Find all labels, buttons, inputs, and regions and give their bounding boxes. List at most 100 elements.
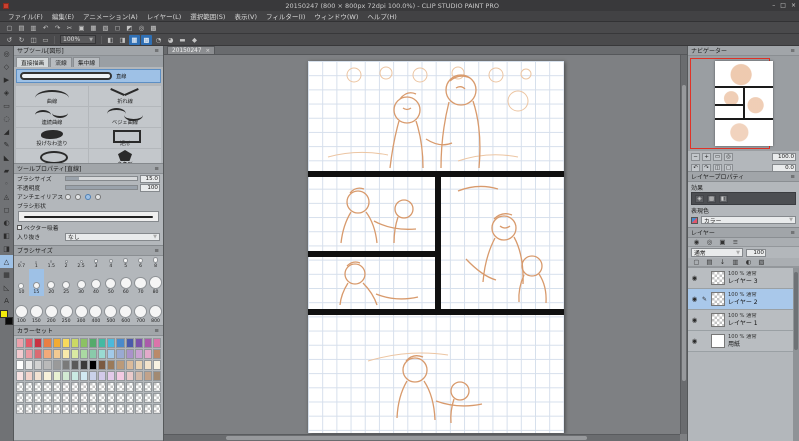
color-swatch[interactable]: [34, 360, 43, 370]
color-swatch[interactable]: [16, 338, 25, 348]
antialias-none-button[interactable]: [65, 193, 71, 200]
color-swatch[interactable]: [43, 338, 52, 348]
fill-tool-icon[interactable]: ◧: [0, 229, 13, 242]
brush-size-cell[interactable]: 25: [59, 269, 74, 296]
color-swatch[interactable]: [43, 360, 52, 370]
snap-ruler-icon[interactable]: ◧: [105, 35, 116, 45]
brush-size-cell[interactable]: 70: [133, 269, 148, 296]
subtool-item[interactable]: 折れ線: [89, 86, 161, 106]
color-swatch[interactable]: [79, 338, 88, 348]
panel-menu-icon[interactable]: ≡: [790, 48, 796, 54]
pencil-tool-icon[interactable]: ◣: [0, 151, 13, 164]
brush-size-cell[interactable]: 1: [29, 256, 44, 270]
rotate-right-icon[interactable]: ↻: [16, 35, 27, 45]
color-swatch[interactable]: [34, 404, 43, 414]
color-swatch[interactable]: [61, 338, 70, 348]
close-button[interactable]: ×: [791, 2, 796, 9]
brush-size-cell[interactable]: 500: [103, 296, 118, 325]
brush-size-slider[interactable]: [65, 176, 138, 181]
color-swatch[interactable]: [116, 338, 125, 348]
color-swatch[interactable]: [134, 393, 143, 403]
subtool-item[interactable]: 多角形: [89, 149, 161, 163]
palette-menu-icon[interactable]: ≡: [730, 237, 741, 247]
show-grid-icon[interactable]: ▩: [141, 34, 152, 45]
brush-size-cell[interactable]: 200: [44, 296, 59, 325]
color-swatch[interactable]: [25, 371, 34, 381]
color-swatch[interactable]: [98, 371, 107, 381]
color-swatch[interactable]: [107, 349, 116, 359]
brush-size-cell[interactable]: 2: [59, 256, 74, 270]
color-swatch[interactable]: [134, 360, 143, 370]
paste-icon[interactable]: ▦: [88, 23, 99, 33]
brush-size-cell[interactable]: 10: [14, 269, 29, 296]
color-swatch[interactable]: [34, 338, 43, 348]
color-swatch[interactable]: [152, 382, 161, 392]
blend-tool-icon[interactable]: ◐: [0, 216, 13, 229]
flip-horizontal-icon[interactable]: ◫: [713, 163, 722, 171]
color-swatch[interactable]: [43, 349, 52, 359]
menu-item[interactable]: ウィンドウ(W): [310, 11, 362, 21]
antialias-weak-button[interactable]: [75, 193, 81, 200]
color-swatch[interactable]: [134, 382, 143, 392]
rotate-left-icon[interactable]: ↺: [4, 35, 15, 45]
brush-size-cell[interactable]: 80: [148, 269, 163, 296]
frame-border-tool-icon[interactable]: ▦: [0, 268, 13, 281]
color-swatch[interactable]: [25, 360, 34, 370]
layer-row[interactable]: ◉ ✎ 100 % 通常 用紙: [688, 331, 799, 352]
panel-menu-icon[interactable]: ≡: [154, 166, 160, 172]
layer-row[interactable]: ◉ ✎ 100 % 通常 レイヤー 1: [688, 310, 799, 331]
fit-screen-icon[interactable]: ▭: [40, 35, 51, 45]
color-swatch[interactable]: [70, 393, 79, 403]
color-swatch[interactable]: [70, 371, 79, 381]
eraser-tool-icon[interactable]: ◻: [0, 203, 13, 216]
subtool-item[interactable]: 連続曲線: [16, 107, 88, 127]
color-swatch[interactable]: [125, 360, 134, 370]
menu-item[interactable]: 表示(V): [230, 11, 261, 21]
color-swatch[interactable]: [79, 393, 88, 403]
color-swatch[interactable]: [16, 360, 25, 370]
color-swatch[interactable]: [116, 360, 125, 370]
color-swatch[interactable]: [25, 349, 34, 359]
color-swatch[interactable]: [52, 393, 61, 403]
ruler-tool-icon[interactable]: ◺: [0, 281, 13, 294]
zoom-out-icon[interactable]: −: [691, 152, 700, 161]
layer-move-tool-icon[interactable]: ◈: [0, 86, 13, 99]
color-swatch[interactable]: [143, 360, 152, 370]
delete-layer-icon[interactable]: ▧: [756, 257, 767, 267]
cut-icon[interactable]: ✂: [64, 23, 75, 33]
brush-size-cell[interactable]: 150: [29, 296, 44, 325]
menu-item[interactable]: フィルター(I): [262, 11, 309, 21]
brush-size-cell[interactable]: 100: [14, 296, 29, 325]
color-swatch[interactable]: [16, 382, 25, 392]
move-tool-icon[interactable]: ◇: [0, 60, 13, 73]
color-swatch[interactable]: [34, 371, 43, 381]
expression-color-combo[interactable]: カラー ▼: [701, 216, 796, 225]
settings-icon[interactable]: ▩: [148, 23, 159, 33]
color-swatch[interactable]: [16, 404, 25, 414]
color-swatch[interactable]: [79, 371, 88, 381]
color-swatch[interactable]: [143, 338, 152, 348]
snap-grid-icon[interactable]: ▦: [129, 34, 140, 45]
menu-item[interactable]: レイヤー(L): [143, 11, 186, 21]
color-swatch[interactable]: [134, 371, 143, 381]
panel-menu-icon[interactable]: ≡: [790, 230, 796, 236]
color-swatch[interactable]: [89, 404, 98, 414]
color-swatch[interactable]: [89, 360, 98, 370]
color-swatch[interactable]: [125, 393, 134, 403]
color-swatch[interactable]: [116, 349, 125, 359]
timeline-icon[interactable]: ▬: [177, 35, 188, 45]
rotate-right-icon[interactable]: ↷: [702, 163, 711, 171]
subtool-item[interactable]: 投げなわ塗り: [16, 128, 88, 148]
color-swatch[interactable]: [98, 393, 107, 403]
canvas-viewport[interactable]: [164, 55, 687, 441]
color-swatch[interactable]: [52, 338, 61, 348]
color-swatch[interactable]: [98, 349, 107, 359]
subtool-tab[interactable]: 集中線: [72, 57, 101, 67]
subtool-tab[interactable]: 直接描画: [16, 57, 50, 67]
brush-size-cell[interactable]: 2.5: [74, 256, 89, 270]
brush-size-cell[interactable]: 600: [118, 296, 133, 325]
subtool-item[interactable]: 曲線: [16, 86, 88, 106]
color-swatch[interactable]: [52, 404, 61, 414]
opacity-value[interactable]: 100: [140, 183, 160, 192]
color-swatch[interactable]: [16, 349, 25, 359]
